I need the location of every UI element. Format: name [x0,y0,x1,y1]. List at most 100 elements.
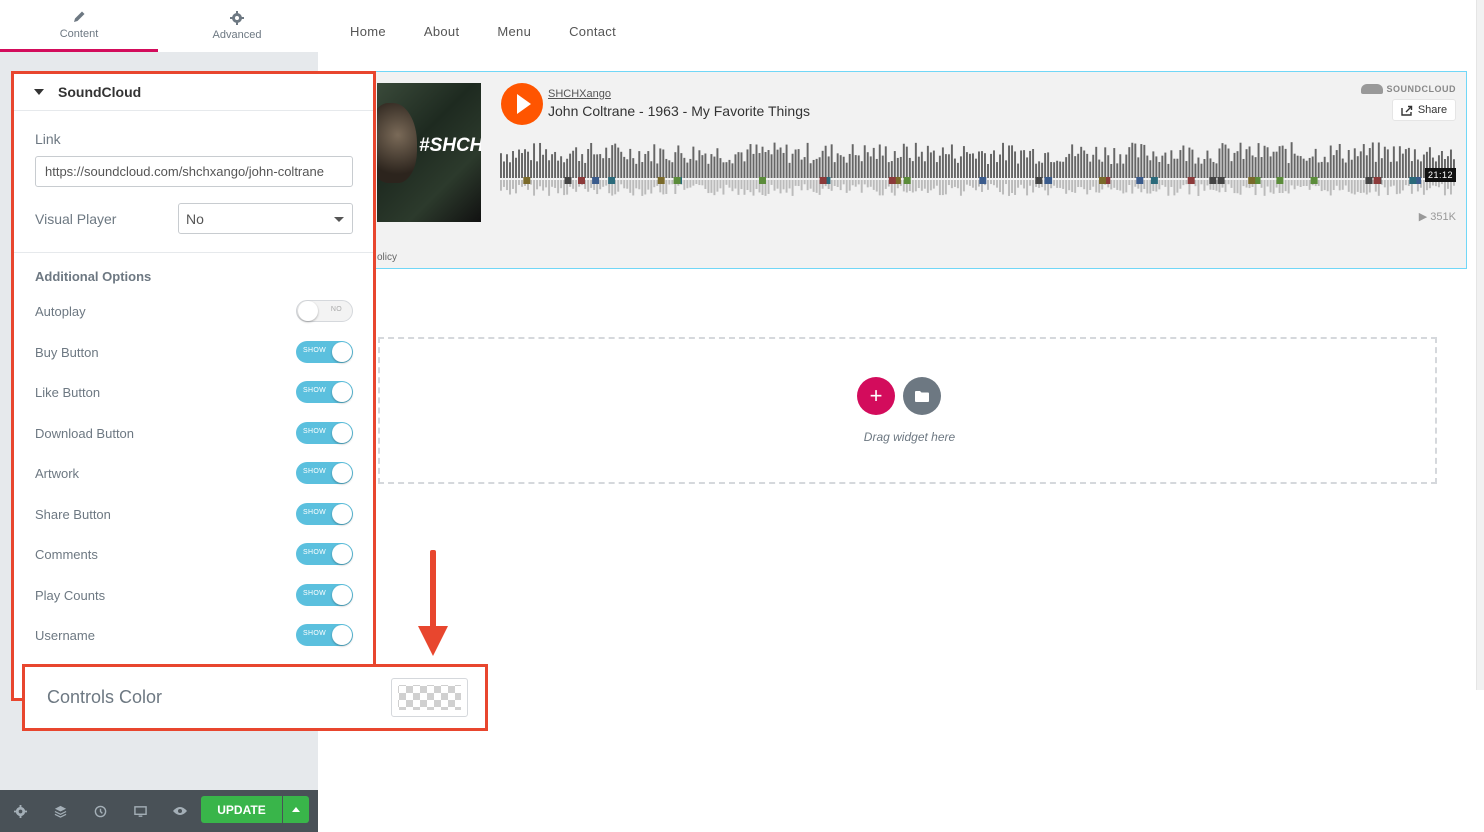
toggle-state: SHOW [303,590,326,597]
tab-advanced[interactable]: Advanced [158,0,316,52]
play-count-value: 351K [1430,211,1456,223]
artwork-toggle[interactable]: SHOW [296,462,353,484]
toggle-knob [332,382,352,402]
link-input[interactable]: https://soundcloud.com/shchxango/john-co… [35,156,353,187]
toggle-state: SHOW [303,347,326,354]
controls-color-control: Controls Color [22,664,488,731]
toggle-state: SHOW [303,549,326,556]
nav-menu[interactable]: Menu [497,24,531,39]
option-comments: Comments SHOW [35,542,353,566]
layers-icon[interactable] [40,790,80,832]
option-label: Autoplay [35,303,86,319]
toggle-knob [332,504,352,524]
track-artwork: #SHCHX [377,83,481,222]
comments-toggle[interactable]: SHOW [296,543,353,565]
visual-player-select[interactable]: No [178,203,353,234]
update-options-button[interactable] [283,796,309,823]
site-nav: Home About Menu Contact [350,24,654,39]
play-counts-toggle[interactable]: SHOW [296,584,353,606]
chevron-down-icon [334,217,344,222]
track-duration: 21:12 [1424,168,1456,182]
toggle-state: SHOW [303,428,326,435]
option-label: Username [35,627,95,643]
visual-player-value: No [186,210,204,227]
option-like-button: Like Button SHOW [35,380,353,404]
toggle-knob [332,342,352,362]
play-button[interactable] [501,83,543,125]
username-toggle[interactable]: SHOW [296,624,353,646]
folder-icon [915,391,929,402]
pencil-icon [74,11,85,22]
nav-contact[interactable]: Contact [569,24,616,39]
history-icon[interactable] [80,790,120,832]
caret-up-icon [292,807,300,812]
controls-color-label: Controls Color [47,687,163,707]
option-label: Share Button [35,506,111,522]
toggle-knob [332,544,352,564]
option-play-counts: Play Counts SHOW [35,583,353,607]
share-icon [1401,105,1413,116]
toggle-knob [332,423,352,443]
preview-icon[interactable] [160,790,200,832]
visual-player-label: Visual Player [35,211,117,227]
share-button[interactable]: Share [1392,99,1456,121]
widget-drop-zone[interactable]: + Drag widget here [378,337,1437,484]
toggle-knob [298,301,318,321]
toggle-state: SHOW [303,630,326,637]
panel-tabs: Content Advanced [0,0,318,52]
toggle-state: SHOW [303,509,326,516]
option-share-button: Share Button SHOW [35,502,353,526]
like-button-toggle[interactable]: SHOW [296,381,353,403]
play-count: ▶ 351K [1418,211,1456,223]
nav-home[interactable]: Home [350,24,386,39]
buy-button-toggle[interactable]: SHOW [296,341,353,363]
nav-about[interactable]: About [424,24,459,39]
toggle-state: SHOW [303,387,326,394]
share-button-toggle[interactable]: SHOW [296,503,353,525]
panel-divider [0,52,318,64]
soundcloud-logo-text: SOUNDCLOUD [1386,84,1456,94]
section-header[interactable]: SoundCloud [14,74,373,111]
add-template-button[interactable] [903,377,941,415]
toggle-knob [332,625,352,645]
settings-icon[interactable] [0,790,40,832]
panel-footer: UPDATE [0,790,318,832]
page-scrollbar[interactable] [1476,0,1484,690]
option-label: Buy Button [35,344,99,360]
cloud-icon [1360,84,1383,94]
option-label: Artwork [35,465,80,481]
section-divider [14,252,373,253]
responsive-icon[interactable] [120,790,160,832]
tab-advanced-label: Advanced [212,29,262,41]
controls-color-picker[interactable] [391,678,468,717]
option-label: Comments [35,546,98,562]
soundcloud-logo[interactable]: SOUNDCLOUD [1360,84,1457,94]
option-artwork: Artwork SHOW [35,461,353,485]
policy-link[interactable]: olicy [377,252,397,263]
soundcloud-widget[interactable]: #SHCHX olicy SHCHXango John Coltrane - 1… [318,71,1467,269]
gear-icon [230,11,244,25]
link-label: Link [35,131,61,147]
artist-link[interactable]: SHCHXango [548,88,611,100]
additional-options-heading: Additional Options [35,269,152,284]
section-title: SoundCloud [58,84,142,100]
update-button[interactable]: UPDATE [201,796,282,823]
annotation-arrow-head [418,626,448,656]
track-title[interactable]: John Coltrane - 1963 - My Favorite Thing… [548,103,810,119]
add-section-button[interactable]: + [857,377,895,415]
soundcloud-section: SoundCloud Link https://soundcloud.com/s… [11,71,376,701]
waveform[interactable] [500,140,1456,196]
annotation-arrow-shaft [430,550,436,630]
tab-content[interactable]: Content [0,0,158,52]
artwork-portrait [377,103,417,183]
editor-screen: Home About Menu Contact #SHCHX olicy SHC… [0,0,1484,832]
autoplay-toggle[interactable]: NO [296,300,353,322]
caret-down-icon [34,89,44,95]
tab-content-label: Content [59,27,99,40]
download-button-toggle[interactable]: SHOW [296,422,353,444]
artwork-text: #SHCHX [419,135,481,156]
toggle-knob [332,585,352,605]
toggle-knob [332,463,352,483]
toggle-state: NO [330,306,342,313]
option-username: Username SHOW [35,623,353,647]
